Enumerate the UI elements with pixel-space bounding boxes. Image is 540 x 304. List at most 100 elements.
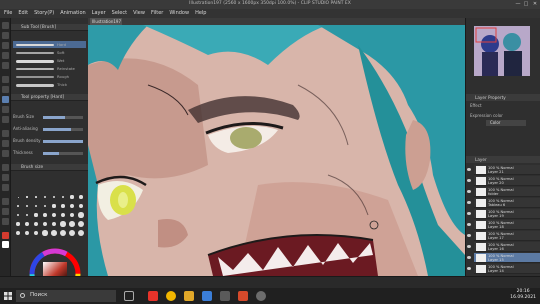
brush-size-dot[interactable] [34,222,38,226]
brush-size-dot[interactable] [60,212,66,218]
fill-tool-icon[interactable] [2,140,9,147]
brush-item[interactable]: Wet [13,57,86,64]
text-tool-icon[interactable] [2,198,9,205]
explorer-icon[interactable] [184,291,194,301]
brush-size-dot[interactable] [17,196,19,198]
eye-icon[interactable] [467,190,471,193]
lasso-tool-icon[interactable] [2,52,9,59]
task-view-icon[interactable] [124,291,134,301]
brush-size-dot[interactable] [69,230,75,236]
close-button[interactable]: ✕ [531,1,539,7]
menu-filter[interactable]: Filter [151,9,163,18]
frame-tool-icon[interactable] [2,174,9,181]
brush-size-dot[interactable] [60,230,66,236]
brush-size-dot[interactable] [35,196,37,198]
property-slider[interactable] [43,116,83,119]
brush-size-dot[interactable] [42,221,48,227]
main-color-swatch[interactable] [2,232,9,239]
brush-size-dot[interactable] [79,195,83,199]
menu-window[interactable]: Window [169,9,189,18]
office-icon[interactable] [238,291,248,301]
ruler-tool-icon[interactable] [2,184,9,191]
expression-color-select[interactable]: Color [486,120,526,126]
brush-item[interactable]: Soft [13,49,86,56]
brush-size-dot[interactable] [15,230,21,236]
correct-line-tool-icon[interactable] [2,218,9,225]
property-slider[interactable] [43,140,83,143]
brush-size-dot[interactable] [42,230,48,236]
layer-row[interactable]: 100 % Normal Layer 21 [467,165,540,175]
eye-icon[interactable] [467,234,471,237]
canvas-tab[interactable]: Illustration197 [90,18,122,25]
thickness-property[interactable]: Thickness [13,150,86,157]
property-slider[interactable] [43,152,83,155]
mail-icon[interactable] [202,291,212,301]
eye-icon[interactable] [467,256,471,259]
brush-size-dot[interactable] [69,212,75,218]
eye-icon[interactable] [467,201,471,204]
brush-size-dot[interactable] [70,204,74,208]
brush-size-dot[interactable] [16,213,20,217]
brush-size-dot[interactable] [33,230,39,236]
windows-start-icon[interactable] [4,292,12,300]
brush-size-dot[interactable] [78,230,84,236]
property-slider[interactable] [43,128,83,131]
figure-tool-icon[interactable] [2,164,9,171]
selection-tool-icon[interactable] [2,42,9,49]
blend-tool-icon[interactable] [2,130,9,137]
system-clock[interactable]: 20:16 16.09.2021 [510,289,536,301]
store-icon[interactable] [220,291,230,301]
brush-size-dot[interactable] [61,204,65,208]
maximize-button[interactable]: □ [522,1,530,7]
brush-size-dot[interactable] [60,221,66,227]
brush-size-dot[interactable] [24,230,30,236]
brush-size-dot[interactable] [17,205,19,207]
eye-icon[interactable] [467,267,471,270]
pencil-tool-icon[interactable] [2,86,9,93]
move-tool-icon[interactable] [2,32,9,39]
brush-size-dot[interactable] [52,213,56,217]
artwork-canvas[interactable] [88,25,465,276]
layer-row[interactable]: 100 % Normal folder [467,187,540,197]
brush-item[interactable]: Rough [13,73,86,80]
canvas-area[interactable]: Illustration197 [88,18,465,276]
layer-row[interactable]: 100 % Normal Layer 20 [467,176,540,186]
zoom-tool-icon[interactable] [2,22,9,29]
menu-animation[interactable]: Animation [60,9,86,18]
chrome-icon[interactable] [166,291,176,301]
brush-size-dot[interactable] [78,221,84,227]
eyedropper-tool-icon[interactable] [2,62,9,69]
brush-size-dot[interactable] [34,204,38,208]
brush-size-dot[interactable] [69,221,75,227]
brush-size-dot[interactable] [61,195,65,199]
brush-size-dot[interactable] [70,195,74,199]
layer-row[interactable]: 100 % Normal Layer 18 [467,220,540,230]
menu-file[interactable]: File [4,9,12,18]
menu-help[interactable]: Help [195,9,206,18]
brush-size-dot[interactable] [78,203,84,209]
brush-size-dot[interactable] [16,222,20,226]
layer-row[interactable]: 100 % Normal Layer 19 [467,209,540,219]
sub-color-swatch[interactable] [2,241,9,248]
anti-aliasing-property[interactable]: Anti-aliasing [13,126,86,133]
layer-row[interactable]: 100 % Normal Layer 14 [467,264,540,274]
eraser-tool-icon[interactable] [2,116,9,123]
menu-layer[interactable]: Layer [92,9,106,18]
eye-icon[interactable] [467,168,471,171]
yandex-icon[interactable] [148,291,158,301]
brush-size-dot[interactable] [51,230,57,236]
eye-icon[interactable] [467,212,471,215]
minimize-button[interactable]: — [514,1,522,7]
brush-size-dot[interactable] [78,212,84,218]
brush-size-dot[interactable] [26,196,28,198]
menu-edit[interactable]: Edit [18,9,28,18]
brush-size-dot[interactable] [52,195,56,199]
brush-size-dot[interactable] [34,213,38,217]
brush-size-dot[interactable] [25,222,29,226]
brush-item[interactable]: Thick [13,81,86,88]
brush-tool-icon[interactable] [2,96,9,103]
menu-select[interactable]: Select [112,9,127,18]
brush-size-dot[interactable] [43,213,47,217]
gradient-tool-icon[interactable] [2,150,9,157]
balloon-tool-icon[interactable] [2,208,9,215]
